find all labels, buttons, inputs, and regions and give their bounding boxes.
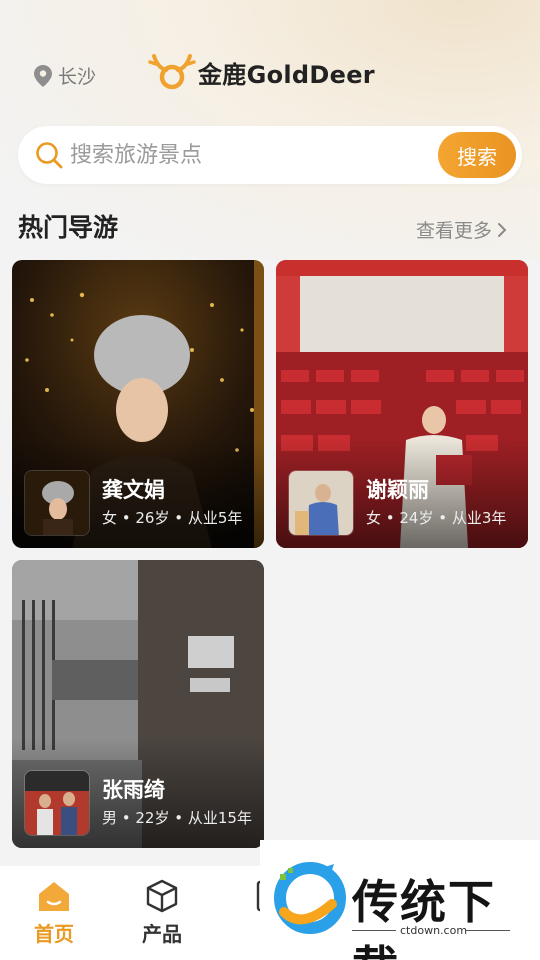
chevron-right-icon: [498, 222, 507, 237]
guide-name: 龚文娟: [102, 478, 165, 502]
guide-card[interactable]: 张雨绮 男 • 22岁 • 从业15年: [12, 560, 264, 848]
brand-name: 金鹿GoldDeer: [198, 60, 375, 89]
watermark-logo-icon: [274, 862, 346, 934]
location-pin-icon: [34, 64, 52, 87]
guide-avatar: [288, 470, 354, 536]
home-icon: [39, 882, 69, 911]
guide-avatar: [24, 470, 90, 536]
view-more-label: 查看更多: [415, 220, 492, 242]
avatar-image: [25, 471, 89, 535]
guide-card[interactable]: 谢颖丽 女 • 24岁 • 从业3年: [276, 260, 528, 548]
search-bar: 搜索: [18, 126, 522, 184]
watermark-url: ctdown.com: [400, 924, 468, 937]
guide-info: 男 • 22岁 • 从业15年: [102, 809, 252, 827]
deer-antler-logo-icon: [148, 54, 196, 90]
avatar-image: [289, 471, 353, 535]
watermark-line: [466, 930, 510, 931]
guide-name: 张雨绮: [102, 778, 165, 802]
view-more-link[interactable]: 查看更多: [416, 216, 508, 243]
watermark-overlay: 传统下载 ctdown.com: [260, 840, 540, 960]
watermark-title: 传统下载: [352, 875, 496, 960]
nav-item-home[interactable]: 首页: [14, 878, 94, 947]
avatar-image: [25, 771, 89, 835]
location-city: 长沙: [58, 66, 97, 88]
guide-card[interactable]: 龚文娟 女 • 26岁 • 从业5年: [12, 260, 264, 548]
cube-icon: [146, 879, 178, 913]
nav-item-products[interactable]: 产品: [122, 878, 202, 947]
section-title: 热门导游: [18, 213, 119, 242]
guide-avatar: [24, 770, 90, 836]
location-selector[interactable]: 长沙: [34, 62, 96, 89]
guide-info: 女 • 26岁 • 从业5年: [102, 509, 243, 527]
search-input[interactable]: [70, 138, 440, 172]
guide-info: 女 • 24岁 • 从业3年: [366, 509, 507, 527]
search-icon: [36, 142, 63, 169]
watermark-line: [352, 930, 396, 931]
guide-name: 谢颖丽: [366, 478, 429, 502]
brand-logo: 金鹿GoldDeer: [148, 52, 375, 92]
nav-label-products: 产品: [142, 922, 182, 946]
nav-label-home: 首页: [34, 922, 74, 946]
search-button[interactable]: 搜索: [438, 132, 516, 178]
